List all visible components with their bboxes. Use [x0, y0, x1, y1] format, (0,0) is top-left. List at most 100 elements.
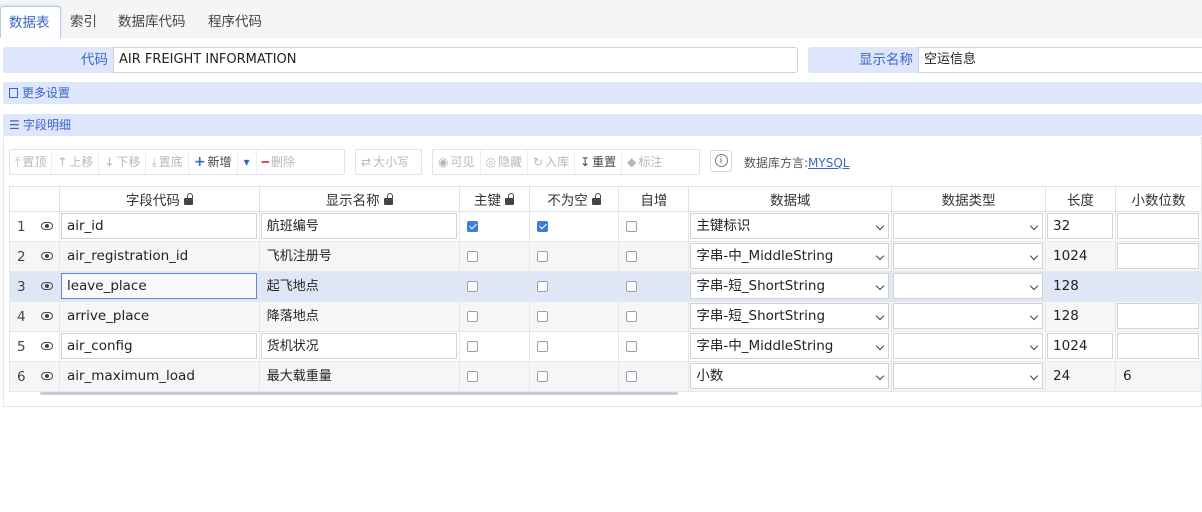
horizontal-scrollbar[interactable]	[40, 392, 678, 395]
field-detail-section[interactable]: ☰ 字段明细	[3, 114, 1202, 136]
scale-input[interactable]	[1116, 303, 1199, 329]
unlock-icon[interactable]	[183, 193, 193, 205]
not-null-checkbox[interactable]	[536, 281, 548, 292]
length-input[interactable]: 32	[1047, 213, 1113, 239]
header-field-code[interactable]: 字段代码	[58, 186, 260, 212]
auto-increment-checkbox[interactable]	[626, 341, 638, 352]
eye-icon[interactable]	[41, 372, 53, 380]
delete-button[interactable]: ━ 删除	[257, 150, 300, 174]
header-data-type[interactable]: 数据类型	[891, 186, 1047, 212]
visible-button[interactable]: ◉ 可见	[433, 150, 481, 174]
dialect-link[interactable]: MYSQL	[808, 156, 849, 170]
display-name-input[interactable]: 最大载重量	[261, 363, 457, 389]
data-domain-select[interactable]: 主键标识	[690, 213, 890, 239]
length-input[interactable]: 24	[1047, 363, 1113, 389]
auto-increment-checkbox[interactable]	[626, 221, 638, 232]
not-null-checkbox[interactable]	[536, 251, 548, 262]
field-code-input[interactable]: air_config	[60, 333, 257, 359]
scale-input[interactable]	[1117, 273, 1199, 299]
import-button[interactable]: ↻ 入库	[528, 150, 576, 174]
more-settings-section[interactable]: 更多设置	[3, 82, 1202, 104]
primary-key-checkbox[interactable]	[466, 281, 478, 292]
display-name-input[interactable]: 货机状况	[260, 333, 457, 359]
mark-button[interactable]: ◆ 标注	[622, 150, 667, 174]
data-domain-select[interactable]: 字串-中_MiddleString	[690, 333, 890, 359]
header-display-name[interactable]: 显示名称	[258, 186, 460, 212]
field-code-input[interactable]: air_registration_id	[61, 243, 257, 269]
tab-data-table[interactable]: 数据表	[0, 6, 61, 38]
unlock-icon[interactable]	[383, 193, 393, 205]
auto-increment-checkbox[interactable]	[626, 251, 638, 262]
scale-input[interactable]	[1116, 243, 1199, 269]
move-top-button[interactable]: ⤒ 置顶	[10, 150, 53, 174]
header-auto-increment[interactable]: 自增	[618, 186, 690, 212]
data-type-select[interactable]	[893, 303, 1044, 329]
header-length[interactable]: 长度	[1045, 186, 1116, 212]
data-domain-select[interactable]: 字串-短_ShortString	[690, 273, 890, 299]
eye-icon[interactable]	[41, 312, 53, 320]
not-null-checkbox[interactable]	[536, 371, 548, 382]
field-code-input[interactable]: arrive_place	[61, 303, 257, 329]
eye-icon[interactable]	[41, 342, 53, 350]
info-button[interactable]: i	[710, 150, 732, 172]
primary-key-checkbox[interactable]	[466, 311, 478, 322]
move-up-button[interactable]: ↑ 上移	[52, 150, 100, 174]
move-down-button[interactable]: ↓ 下移	[99, 150, 147, 174]
scale-input[interactable]: 6	[1117, 363, 1199, 389]
data-type-select[interactable]	[893, 333, 1044, 359]
display-name-input[interactable]: 航班编号	[260, 213, 457, 239]
display-name-input[interactable]: 飞机注册号	[261, 243, 457, 269]
scale-input[interactable]	[1116, 333, 1199, 359]
length-input[interactable]: 1024	[1047, 243, 1113, 269]
data-type-select[interactable]	[893, 213, 1044, 239]
field-code-input[interactable]: air_id	[60, 213, 257, 239]
display-name-input[interactable]: 空运信息	[918, 47, 1202, 73]
primary-key-checkbox[interactable]	[466, 341, 478, 352]
display-name-input[interactable]: 降落地点	[261, 303, 457, 329]
case-button[interactable]: ⇄ 大小写	[356, 150, 414, 174]
header-data-domain[interactable]: 数据域	[688, 186, 893, 212]
eye-icon[interactable]	[41, 282, 53, 290]
length-input[interactable]: 128	[1047, 273, 1113, 299]
header-scale[interactable]: 小数位数	[1114, 186, 1202, 212]
header-primary-key[interactable]: 主键	[458, 186, 530, 212]
data-domain-select[interactable]: 字串-短_ShortString	[690, 303, 890, 329]
unlock-icon[interactable]	[505, 193, 515, 205]
data-type-select[interactable]	[893, 363, 1044, 389]
auto-increment-checkbox[interactable]	[626, 281, 638, 292]
hide-button[interactable]: ◎ 隐藏	[481, 150, 528, 174]
add-dropdown-button[interactable]: ▾	[238, 150, 257, 174]
tab-index[interactable]: 索引	[62, 6, 105, 38]
length-input[interactable]: 1024	[1047, 333, 1113, 359]
reset-button[interactable]: ↧ 重置	[575, 150, 623, 174]
table-row[interactable]: 2 air_registration_id 飞机注册号 字串-中_MiddleStri…	[9, 241, 1202, 272]
primary-key-checkbox[interactable]	[466, 221, 478, 232]
eye-icon[interactable]	[41, 222, 53, 230]
code-input[interactable]: AIR FREIGHT INFORMATION	[113, 47, 798, 73]
header-not-null[interactable]: 不为空	[528, 186, 620, 212]
primary-key-checkbox[interactable]	[466, 251, 478, 262]
add-button[interactable]: + 新增	[189, 150, 238, 174]
auto-increment-checkbox[interactable]	[626, 311, 638, 322]
table-row[interactable]: 1 air_id 航班编号 主键标识 32	[9, 211, 1202, 242]
move-bottom-button[interactable]: ⤓ 置底	[146, 150, 189, 174]
data-type-select[interactable]	[893, 273, 1044, 299]
auto-increment-checkbox[interactable]	[626, 371, 638, 382]
data-domain-select[interactable]: 字串-中_MiddleString	[690, 243, 890, 269]
table-row[interactable]: 4 arrive_place 降落地点 字串-短_ShortString 128	[9, 301, 1202, 332]
data-domain-select[interactable]: 小数	[690, 363, 890, 389]
display-name-input[interactable]: 起飞地点	[261, 273, 457, 299]
table-row[interactable]: 5 air_config 货机状况 字串-中_MiddleString 1024	[9, 331, 1202, 362]
tab-program-code[interactable]: 程序代码	[200, 6, 270, 38]
not-null-checkbox[interactable]	[536, 341, 548, 352]
not-null-checkbox[interactable]	[536, 221, 548, 232]
primary-key-checkbox[interactable]	[466, 371, 478, 382]
length-input[interactable]: 128	[1047, 303, 1113, 329]
tab-database-code[interactable]: 数据库代码	[110, 6, 194, 38]
eye-icon[interactable]	[41, 252, 53, 260]
scale-input[interactable]	[1116, 213, 1199, 239]
table-row[interactable]: 6 air_maximum_load 最大载重量 小数 24 6	[9, 361, 1202, 392]
field-code-input[interactable]: leave_place	[60, 273, 257, 299]
field-code-input[interactable]: air_maximum_load	[61, 363, 257, 389]
unlock-icon[interactable]	[591, 193, 601, 205]
